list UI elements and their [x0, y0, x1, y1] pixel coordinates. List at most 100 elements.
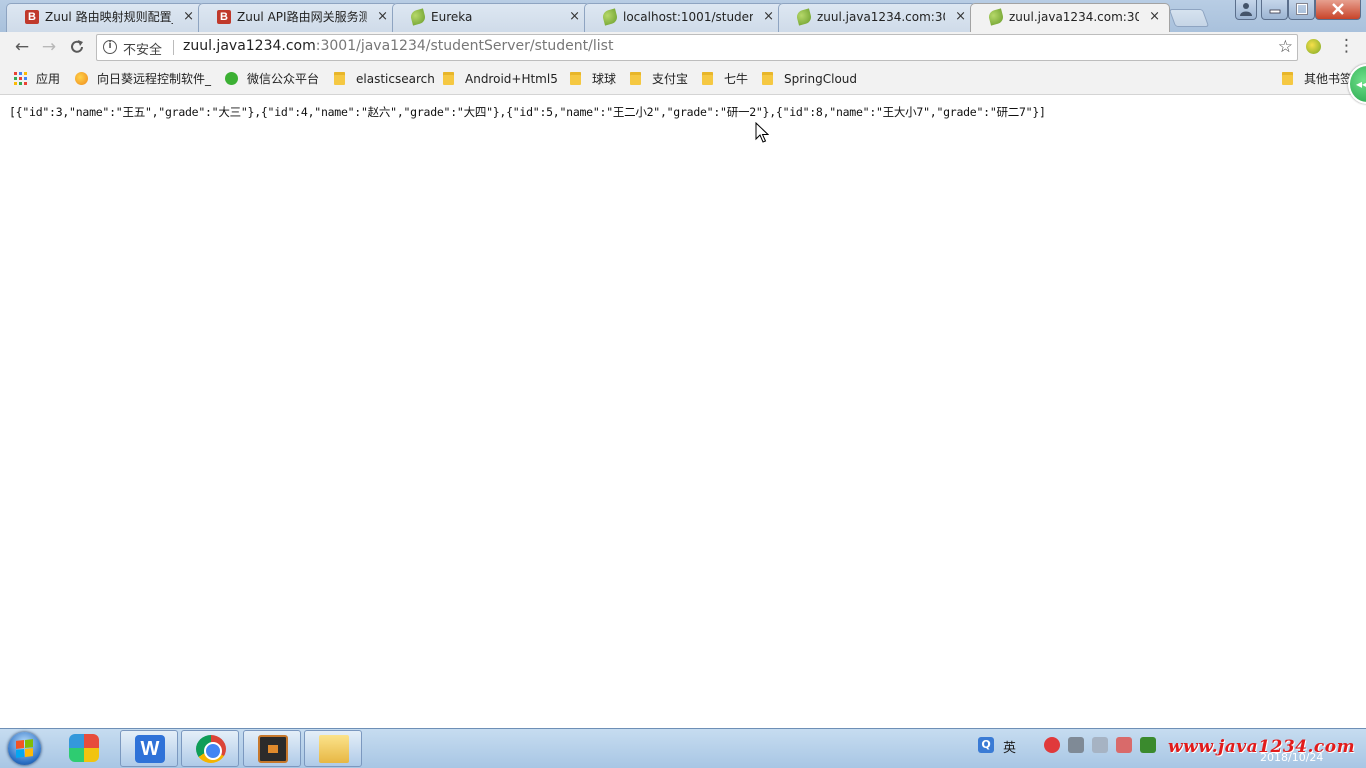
reload-button[interactable] [65, 36, 89, 58]
start-button[interactable] [3, 731, 47, 767]
360-icon [69, 734, 99, 762]
spring-leaf-icon [795, 8, 813, 26]
tray-network-icon[interactable] [1068, 737, 1084, 753]
folder-icon [319, 735, 349, 763]
tab-label: localhost:1001/student [623, 10, 753, 24]
url-path: :3001/java1234/studentServer/student/lis… [315, 38, 614, 54]
tray-app-icon[interactable] [1044, 737, 1060, 753]
bookmark-label: Android+Html5 [465, 72, 558, 86]
spring-leaf-icon [987, 8, 1005, 26]
taskbar-360-browser[interactable] [55, 730, 113, 767]
maximize-button[interactable] [1288, 0, 1315, 20]
sunflower-icon [75, 72, 88, 85]
json-response-text: [{"id":3,"name":"王五","grade":"大三"},{"id"… [9, 105, 1046, 119]
bookmark-label: 支付宝 [652, 72, 689, 86]
folder-icon [443, 72, 454, 85]
url-text[interactable]: zuul.java1234.com:3001/java1234/studentS… [183, 38, 613, 54]
bookmark-label: 微信公众平台 [247, 72, 320, 86]
user-icon [1240, 3, 1252, 16]
bookmark-android-html5[interactable]: Android+Html5 [443, 71, 558, 87]
apps-grid-icon [14, 72, 27, 85]
tray-shield-icon[interactable] [1116, 737, 1132, 753]
folder-icon [762, 72, 773, 85]
back-button[interactable]: ← [10, 36, 34, 58]
bookmark-star-icon[interactable]: ☆ [1278, 37, 1293, 57]
tab-zuul-mapping[interactable]: B Zuul 路由映射规则配置_ × [6, 3, 204, 32]
info-icon[interactable]: i [103, 40, 117, 54]
profile-button[interactable] [1235, 0, 1257, 20]
tab-localhost-student[interactable]: localhost:1001/student × [584, 3, 784, 32]
chrome-icon [196, 735, 226, 763]
bookmark-apps[interactable]: 应用 [14, 71, 60, 87]
spring-leaf-icon [409, 8, 427, 26]
bookmark-wechat[interactable]: 微信公众平台 [225, 71, 319, 87]
new-tab-button[interactable] [1168, 9, 1210, 27]
bookmark-elasticsearch[interactable]: elasticsearch [334, 71, 435, 87]
spring-leaf-icon [601, 8, 619, 26]
folder-icon [630, 72, 641, 85]
ime-icon[interactable]: Q [978, 737, 994, 753]
tab-eureka[interactable]: Eureka × [392, 3, 590, 32]
browser-menu-icon[interactable]: ⋮ [1338, 36, 1355, 56]
folder-icon [1282, 72, 1293, 85]
minimize-icon [1269, 9, 1280, 14]
tab-zuul-api-gateway[interactable]: B Zuul API路由网关服务测 × [198, 3, 398, 32]
windows-flag-icon [16, 739, 33, 758]
window-close-button[interactable] [1315, 0, 1361, 20]
mouse-cursor-icon [755, 122, 769, 143]
bookmark-qiuqiu[interactable]: 球球 [570, 71, 616, 87]
tab-label: Eureka [431, 10, 473, 24]
folder-icon [570, 72, 581, 85]
maximize-icon [1295, 3, 1308, 15]
browser-toolbar: ← → i 不安全 zuul.java1234.com:3001/java123… [0, 32, 1366, 62]
tab-zuul-java1234-active[interactable]: zuul.java1234.com:300 × [970, 3, 1170, 32]
wechat-icon [225, 72, 238, 85]
ime-language[interactable]: 英 [1003, 737, 1016, 756]
taskbar-explorer[interactable] [304, 730, 362, 767]
bookmark-alipay[interactable]: 支付宝 [630, 71, 688, 87]
bookmark-sunflower[interactable]: 向日葵远程控制软件_ [75, 71, 211, 87]
bookmark-label: 其他书签 [1304, 72, 1353, 86]
close-icon[interactable]: × [955, 4, 966, 30]
address-bar[interactable]: i 不安全 zuul.java1234.com:3001/java1234/st… [96, 34, 1298, 61]
close-icon[interactable]: × [377, 4, 388, 30]
close-icon[interactable]: × [183, 4, 194, 30]
reload-icon [71, 40, 83, 53]
divider [173, 40, 174, 55]
bookmarks-bar: 应用 向日葵远程控制软件_ 微信公众平台 elasticsearch Andro… [0, 62, 1366, 95]
tray-nvidia-icon[interactable] [1140, 737, 1156, 753]
forward-button[interactable]: → [37, 36, 61, 58]
tab-label: Zuul API路由网关服务测 [237, 10, 367, 24]
security-status[interactable]: 不安全 [123, 39, 162, 58]
folder-icon [702, 72, 713, 85]
tab-label: Zuul 路由映射规则配置_ [45, 10, 173, 24]
taskbar-chrome[interactable] [181, 730, 239, 767]
close-icon[interactable]: × [569, 4, 580, 30]
folder-icon [334, 72, 345, 85]
minimize-button[interactable] [1261, 0, 1288, 20]
url-host: zuul.java1234.com [183, 38, 316, 54]
windows-taskbar: W Q 英 www.java1234.com 2018/10/24 [0, 728, 1366, 768]
bookmark-label: 应用 [36, 72, 61, 86]
b-favicon-icon: B [217, 10, 231, 24]
bookmark-springcloud[interactable]: SpringCloud [762, 71, 857, 87]
bookmark-qiniu[interactable]: 七牛 [702, 71, 748, 87]
bookmark-label: 球球 [592, 72, 617, 86]
taskbar-intellij[interactable] [243, 730, 301, 767]
taskbar-wps[interactable]: W [120, 730, 178, 767]
close-icon[interactable]: × [1149, 4, 1160, 30]
tab-label: zuul.java1234.com:300 [1009, 10, 1139, 24]
bookmark-label: SpringCloud [784, 72, 858, 86]
taskbar-clock-date[interactable]: 2018/10/24 [1260, 751, 1323, 764]
close-icon [1332, 3, 1344, 15]
extension-icon[interactable] [1306, 39, 1321, 54]
tab-zuul-java1234-1[interactable]: zuul.java1234.com:300 × [778, 3, 976, 32]
tab-strip: B Zuul 路由映射规则配置_ × B Zuul API路由网关服务测 × E… [0, 0, 1366, 32]
bookmark-label: 七牛 [724, 72, 749, 86]
bookmark-other[interactable]: 其他书签 [1282, 71, 1352, 87]
bookmark-label: elasticsearch [356, 72, 435, 86]
tab-label: zuul.java1234.com:300 [817, 10, 945, 24]
tray-device-icon[interactable] [1092, 737, 1108, 753]
intellij-icon [258, 735, 288, 763]
close-icon[interactable]: × [763, 4, 774, 30]
